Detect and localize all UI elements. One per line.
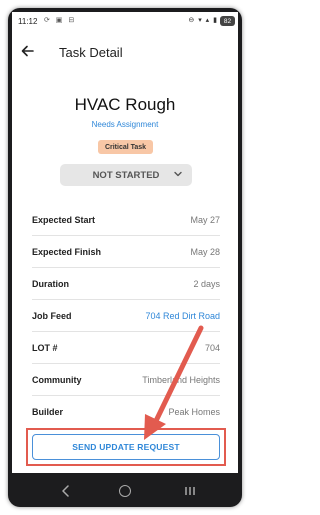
detail-row-expected-finish: Expected Finish May 28: [32, 236, 220, 268]
critical-task-badge: Critical Task: [98, 140, 153, 154]
task-status-dropdown[interactable]: NOT STARTED: [60, 164, 192, 186]
task-status-value: NOT STARTED: [92, 169, 160, 181]
detail-value: Peak Homes: [168, 407, 220, 417]
detail-value: 2 days: [193, 279, 220, 289]
detail-value: May 27: [190, 215, 220, 225]
detail-value: 704: [204, 343, 220, 353]
page-title: Task Detail: [59, 45, 123, 60]
signal-icons: ⊖ ▾ ▴ ▮: [188, 17, 218, 24]
detail-label: LOT #: [32, 343, 58, 353]
detail-label: Community: [32, 375, 82, 385]
nav-home-icon[interactable]: [119, 485, 131, 497]
nav-back-icon[interactable]: [61, 485, 71, 497]
system-nav-bar: [8, 481, 242, 503]
detail-value: May 28: [190, 247, 220, 257]
job-feed-link[interactable]: 704 Red Dirt Road: [145, 311, 220, 321]
detail-label: Expected Finish: [32, 247, 102, 257]
chevron-down-icon: [174, 171, 182, 177]
status-bar: 11:12 ⟳ ▣ ⊟ ⊖ ▾ ▴ ▮ 82: [12, 12, 238, 30]
detail-row-builder: Builder Peak Homes: [32, 396, 220, 428]
detail-row-duration: Duration 2 days: [32, 268, 220, 300]
task-title: HVAC Rough: [74, 95, 176, 114]
detail-row-community: Community Timberland Heights: [32, 364, 220, 396]
annotation-highlight-box: [26, 428, 226, 466]
needs-assignment-link[interactable]: Needs Assignment: [12, 120, 238, 129]
detail-value: Timberland Heights: [142, 375, 220, 385]
detail-label: Duration: [32, 279, 69, 289]
detail-label: Expected Start: [32, 215, 96, 225]
detail-row-job-feed: Job Feed 704 Red Dirt Road: [32, 300, 220, 332]
app-header: Task Detail: [12, 42, 238, 66]
detail-label: Job Feed: [32, 311, 72, 321]
notification-icons: ⟳ ▣ ⊟: [44, 17, 77, 24]
arrow-left-icon[interactable]: [21, 44, 35, 58]
nav-recents-icon[interactable]: [184, 485, 196, 497]
detail-label: Builder: [32, 407, 64, 417]
detail-row-lot: LOT # 704: [32, 332, 220, 364]
app-screen: 11:12 ⟳ ▣ ⊟ ⊖ ▾ ▴ ▮ 82 Task Detail HVAC …: [12, 12, 238, 473]
battery-icon: 82: [220, 16, 235, 26]
detail-row-expected-start: Expected Start May 27: [32, 204, 220, 236]
status-time: 11:12: [18, 17, 38, 26]
